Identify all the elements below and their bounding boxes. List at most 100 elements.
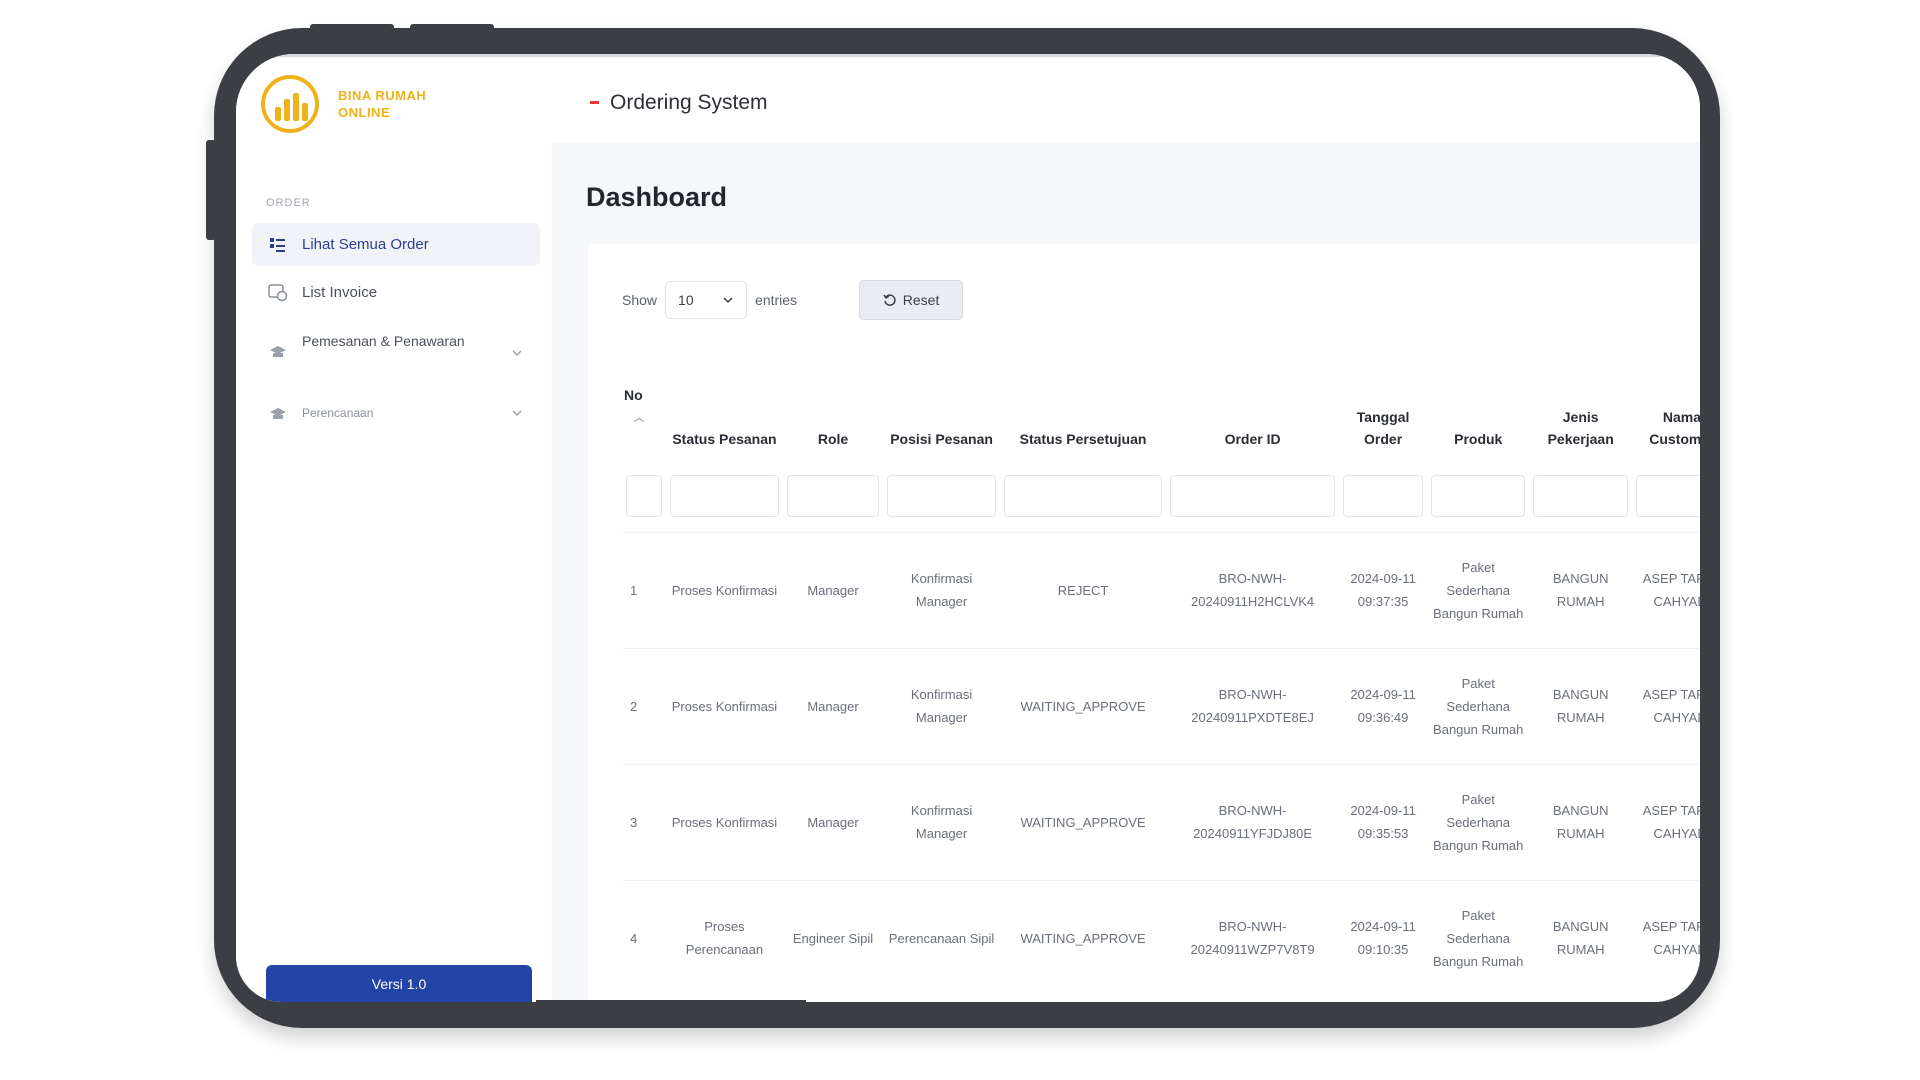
planning-icon (268, 404, 288, 424)
logo-icon[interactable] (261, 75, 319, 133)
table-controls: Show 10 entries Reset (622, 280, 964, 320)
table-cell: WAITING_APPROVE (1000, 763, 1166, 880)
invoice-icon (268, 283, 288, 303)
table-cell: 3 (622, 763, 666, 880)
reset-icon (883, 294, 896, 306)
table-cell: ASEP TARAT CAHYADI (1631, 647, 1700, 764)
table-cell: Paket Sederhana Bangun Rumah (1427, 879, 1530, 996)
sidebar-item-list-invoice[interactable]: List Invoice (252, 271, 540, 314)
table-cell: BANGUN RUMAH (1529, 647, 1632, 764)
sidebar-item-pemesanan-penawaran[interactable]: Pemesanan & Penawaran (252, 320, 540, 372)
table-cell: ASEP TARAT CAHYADI (1631, 531, 1700, 648)
app-title: Ordering System (610, 91, 768, 114)
column-header-tanggal-order[interactable]: Tanggal Order (1339, 374, 1427, 460)
column-header-status-persetujuan[interactable]: Status Persetujuan (1000, 374, 1166, 460)
column-header-role[interactable]: Role (783, 374, 883, 460)
filter-input[interactable] (1431, 474, 1526, 517)
table-cell: BANGUN RUMAH (1529, 763, 1632, 880)
sidebar-section-label: ORDER (266, 197, 311, 209)
table-cell: 4 (622, 879, 666, 996)
table-cell: Proses Perencanaan (665, 879, 783, 996)
tablet-screen: BINA RUMAH ONLINE Ordering System ORDER … (236, 54, 1700, 1002)
filter-input[interactable] (669, 474, 779, 517)
table-cell: Konfirmasi Manager (883, 531, 1001, 648)
show-label: Show (622, 292, 658, 308)
tablet-side-button (206, 140, 216, 240)
entries-select[interactable]: 10 (665, 281, 748, 319)
sidebar-item-label: List Invoice (302, 284, 378, 301)
logo-text: BINA RUMAH ONLINE (338, 87, 478, 121)
filter-input[interactable] (626, 474, 662, 517)
table-cell: 2024-09-11 09:35:53 (1339, 763, 1427, 880)
table-cell: Konfirmasi Manager (883, 647, 1001, 764)
reset-label: Reset (902, 292, 940, 308)
table-cell: WAITING_APPROVE (1000, 647, 1166, 764)
offer-icon (268, 342, 288, 362)
tablet-top-button (310, 24, 394, 32)
column-header-nama-customer[interactable]: Nama Customer (1632, 374, 1700, 460)
table-cell: 2024-09-11 09:37:35 (1339, 531, 1427, 648)
filter-input[interactable] (1635, 474, 1700, 517)
chevron-down-icon (723, 297, 733, 304)
column-header-produk[interactable]: Produk (1427, 374, 1529, 460)
column-header-jenis-pekerjaan[interactable]: Jenis Pekerjaan (1529, 374, 1631, 460)
reset-button[interactable]: Reset (859, 280, 964, 320)
table-cell: REJECT (1000, 531, 1166, 648)
chevron-down-icon (512, 410, 522, 417)
table-cell: 2024-09-11 09:10:35 (1339, 879, 1427, 996)
sidebar: ORDER Lihat Semua Order List Invoice Pem… (236, 142, 552, 1002)
table-cell: Proses Konfirmasi (665, 531, 783, 648)
table-cell: Perencanaan Sipil (883, 879, 1001, 996)
filter-input[interactable] (1169, 474, 1336, 517)
top-header: BINA RUMAH ONLINE Ordering System (236, 54, 1700, 142)
table-cell: 2024-09-11 09:36:49 (1339, 647, 1427, 764)
filter-input[interactable] (1343, 474, 1423, 517)
column-header-no[interactable]: No ︿ (622, 374, 666, 460)
filter-row (622, 460, 1700, 532)
table-cell: BANGUN RUMAH (1529, 879, 1632, 996)
table-cell: ASEP TARAT CAHYADI (1631, 879, 1700, 996)
table-header-row: No ︿ Status Pesanan Role Posisi Pesanan S… (622, 374, 1700, 460)
table-cell: 1 (622, 531, 666, 648)
table-cell: Proses Konfirmasi (665, 647, 783, 764)
logo-line-2: ONLINE (338, 105, 391, 120)
entries-label: entries (755, 292, 798, 308)
table-row[interactable]: 1 Proses Konfirmasi Manager Konfirmasi Mana… (622, 531, 1700, 648)
filter-input[interactable] (887, 474, 997, 517)
table-cell: BANGUN RUMAH (1529, 531, 1632, 648)
table-cell: BRO-NWH-20240911WZP7V8T9 (1165, 879, 1340, 996)
page-title: Dashboard (586, 182, 728, 212)
column-header-status-pesanan[interactable]: Status Pesanan (666, 374, 783, 460)
sidebar-item-lihat-semua-order[interactable]: Lihat Semua Order (252, 223, 540, 266)
header-marker (590, 101, 599, 104)
table-cell: Paket Sederhana Bangun Rumah (1427, 531, 1530, 648)
table-cell: Paket Sederhana Bangun Rumah (1427, 647, 1530, 764)
table-cell: Proses Konfirmasi (665, 763, 783, 880)
sidebar-item-perencanaan[interactable]: Perencanaan (252, 392, 540, 435)
filter-input[interactable] (1004, 474, 1162, 517)
sidebar-item-label: Pemesanan & Penawaran (302, 333, 465, 349)
table-cell: BRO-NWH-20240911PXDTE8EJ (1165, 647, 1340, 764)
table-cell: ASEP TARAT CAHYADI (1631, 763, 1700, 880)
filter-input[interactable] (1533, 474, 1628, 517)
column-header-posisi-pesanan[interactable]: Posisi Pesanan (883, 374, 1000, 460)
filter-input[interactable] (787, 474, 880, 517)
list-order-icon (268, 235, 288, 255)
orders-card: Show 10 entries Reset No ︿ Status Pesana… (588, 244, 1700, 1002)
version-button[interactable]: Versi 1.0 (266, 965, 532, 1002)
sidebar-item-label: Lihat Semua Order (302, 236, 429, 253)
table-row[interactable]: 2 Proses Konfirmasi Manager Konfirmasi Mana… (622, 647, 1700, 764)
table-cell: Manager (783, 763, 884, 880)
table-cell: Manager (783, 647, 884, 764)
tablet-top-button (410, 24, 494, 32)
table-cell: Paket Sederhana Bangun Rumah (1427, 763, 1530, 880)
table-cell: Engineer Sipil (783, 879, 884, 996)
table-row[interactable]: 4 Proses Perencanaan Engineer Sipil Perenca… (622, 879, 1700, 996)
main-content: Dashboard Show 10 entries Reset No ︿ Sta… (552, 142, 1700, 1002)
column-header-order-id[interactable]: Order ID (1166, 374, 1339, 460)
table-row[interactable]: 3 Proses Konfirmasi Manager Konfirmasi Mana… (622, 763, 1700, 880)
table-cell: WAITING_APPROVE (1000, 879, 1166, 996)
table-cell: Konfirmasi Manager (883, 763, 1001, 880)
logo-line-1: BINA RUMAH (338, 88, 427, 103)
sort-up-icon[interactable]: ︿ (634, 408, 662, 430)
